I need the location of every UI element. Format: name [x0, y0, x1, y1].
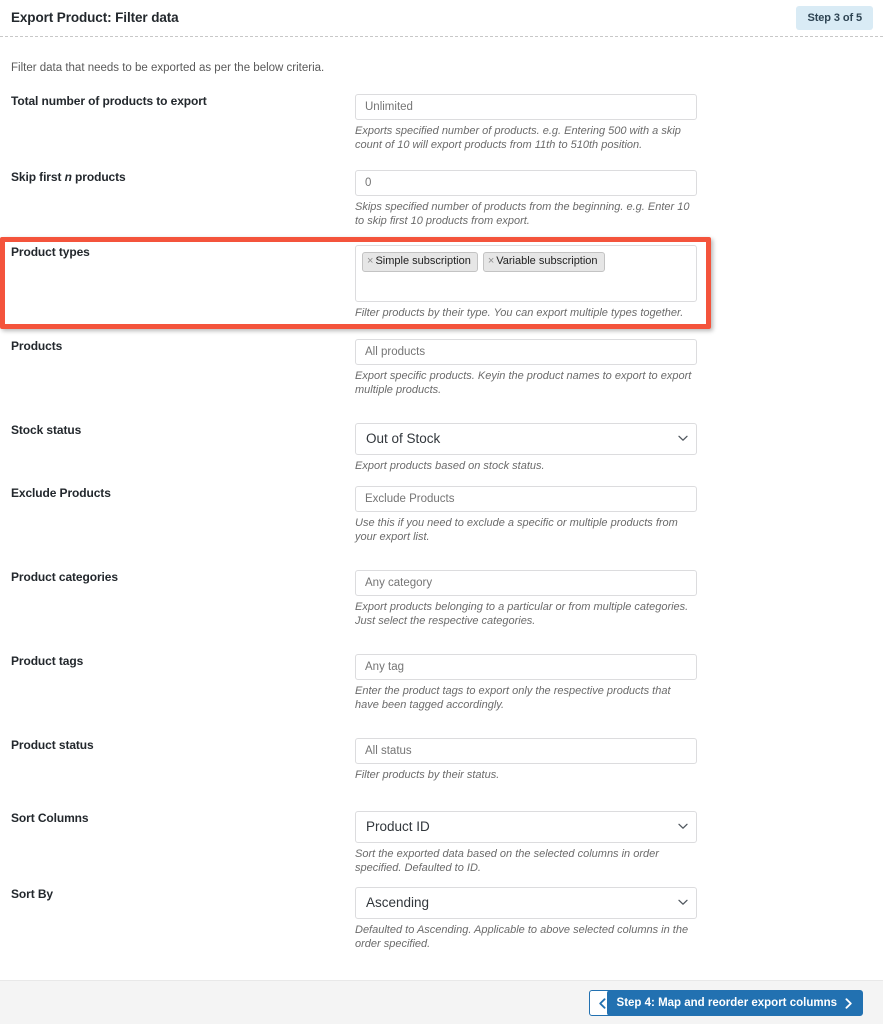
chevron-down-icon	[678, 435, 688, 444]
field-help-text: Export products based on stock status.	[355, 460, 545, 472]
text-input[interactable]	[355, 570, 697, 596]
select-value: Ascending	[366, 895, 430, 910]
field-help-text: Sort the exported data based on the sele…	[355, 848, 659, 874]
selected-tag-chip[interactable]: × Simple subscription	[362, 252, 478, 272]
field-control-wrap: Use this if you need to exclude a specif…	[355, 486, 697, 544]
select-value: Product ID	[366, 819, 430, 834]
field-help-text: Skips specified number of products from …	[355, 201, 690, 227]
page-title: Export Product: Filter data	[11, 10, 179, 25]
export-product-wizard: Export Product: Filter data Step 3 of 5 …	[0, 0, 883, 1024]
form-row: Exclude Products Use this if you need to …	[0, 486, 883, 544]
form-row: Product status Filter products by their s…	[0, 738, 883, 783]
field-control-wrap: × Simple subscription × Variable subscripti…	[355, 245, 697, 321]
step-indicator-badge: Step 3 of 5	[796, 6, 873, 30]
field-help-text: Defaulted to Ascending. Applicable to ab…	[355, 924, 689, 950]
field-control-wrap: Export specific products. Keyin the prod…	[355, 339, 697, 397]
field-control-wrap: Ascending Defaulted to Ascending. Applica…	[355, 887, 697, 951]
form-row: Stock status Out of Stock Export products …	[0, 423, 883, 474]
field-control-wrap: Skips specified number of products from …	[355, 170, 697, 228]
form-row: Product tags Enter the product tags to ex…	[0, 654, 883, 712]
field-help-text: Export products belonging to a particula…	[355, 601, 689, 627]
field-control-wrap: Enter the product tags to export only th…	[355, 654, 697, 712]
select-control[interactable]: Ascending	[355, 887, 697, 919]
chevron-left-icon	[598, 997, 607, 1009]
field-control-wrap: Filter products by their status.	[355, 738, 697, 783]
form-row: Total number of products to export Export…	[0, 94, 883, 152]
next-step-button-label: Step 4: Map and reorder export columns	[616, 997, 837, 1009]
field-label: Products	[11, 339, 63, 353]
field-help-text: Filter products by their type. You can e…	[355, 307, 684, 319]
field-help-text: Filter products by their status.	[355, 769, 500, 781]
form-row: Products Export specific products. Keyin …	[0, 339, 883, 397]
form-row: Product types × Simple subscription × Variab…	[0, 245, 883, 321]
text-input[interactable]	[355, 654, 697, 680]
field-help-text: Enter the product tags to export only th…	[355, 685, 671, 711]
field-control-wrap: Exports specified number of products. e.…	[355, 94, 697, 152]
field-label: Sort By	[11, 887, 53, 901]
text-input[interactable]	[355, 339, 697, 365]
chevron-right-icon	[844, 997, 853, 1009]
field-control-wrap: Product ID Sort the exported data based o…	[355, 811, 697, 875]
text-input[interactable]	[355, 486, 697, 512]
field-help-text: Exports specified number of products. e.…	[355, 125, 681, 151]
text-input[interactable]	[355, 738, 697, 764]
text-input[interactable]	[355, 170, 697, 196]
form-row: Skip first n products Skips specified num…	[0, 170, 883, 228]
remove-tag-icon[interactable]: ×	[367, 255, 373, 267]
field-label: Exclude Products	[11, 486, 111, 500]
field-control-wrap: Export products belonging to a particula…	[355, 570, 697, 628]
field-label: Total number of products to export	[11, 94, 207, 108]
intro-text: Filter data that needs to be exported as…	[11, 62, 325, 74]
wizard-header: Export Product: Filter data Step 3 of 5	[0, 0, 883, 37]
form-row: Sort Columns Product ID Sort the exported …	[0, 811, 883, 875]
field-label: Product status	[11, 738, 94, 752]
next-step-button[interactable]: Step 4: Map and reorder export columns	[606, 990, 863, 1016]
select-control[interactable]: Out of Stock	[355, 423, 697, 455]
field-label: Sort Columns	[11, 811, 89, 825]
field-help-text: Export specific products. Keyin the prod…	[355, 370, 692, 396]
selected-tag-chip[interactable]: × Variable subscription	[482, 252, 605, 272]
select-value: Out of Stock	[366, 431, 441, 446]
field-label: Product types	[11, 245, 90, 259]
field-label: Product categories	[11, 570, 118, 584]
remove-tag-icon[interactable]: ×	[488, 255, 494, 267]
field-label: Product tags	[11, 654, 84, 668]
form-row: Sort By Ascending Defaulted to Ascending. …	[0, 887, 883, 951]
field-control-wrap: Out of Stock Export products based on sto…	[355, 423, 697, 474]
field-label: Skip first n products	[11, 170, 126, 184]
tag-label: Simple subscription	[375, 255, 471, 267]
text-input[interactable]	[355, 94, 697, 120]
field-label: Stock status	[11, 423, 82, 437]
field-help-text: Use this if you need to exclude a specif…	[355, 517, 678, 543]
chevron-down-icon	[678, 823, 688, 832]
select-control[interactable]: Product ID	[355, 811, 697, 843]
chevron-down-icon	[678, 899, 688, 908]
tag-label: Variable subscription	[496, 255, 598, 267]
form-row: Product categories Export products belong…	[0, 570, 883, 628]
multiselect-control[interactable]: × Simple subscription × Variable subscripti…	[355, 245, 697, 302]
wizard-footer: Back Step 4: Map and reorder export colu…	[0, 980, 883, 1024]
